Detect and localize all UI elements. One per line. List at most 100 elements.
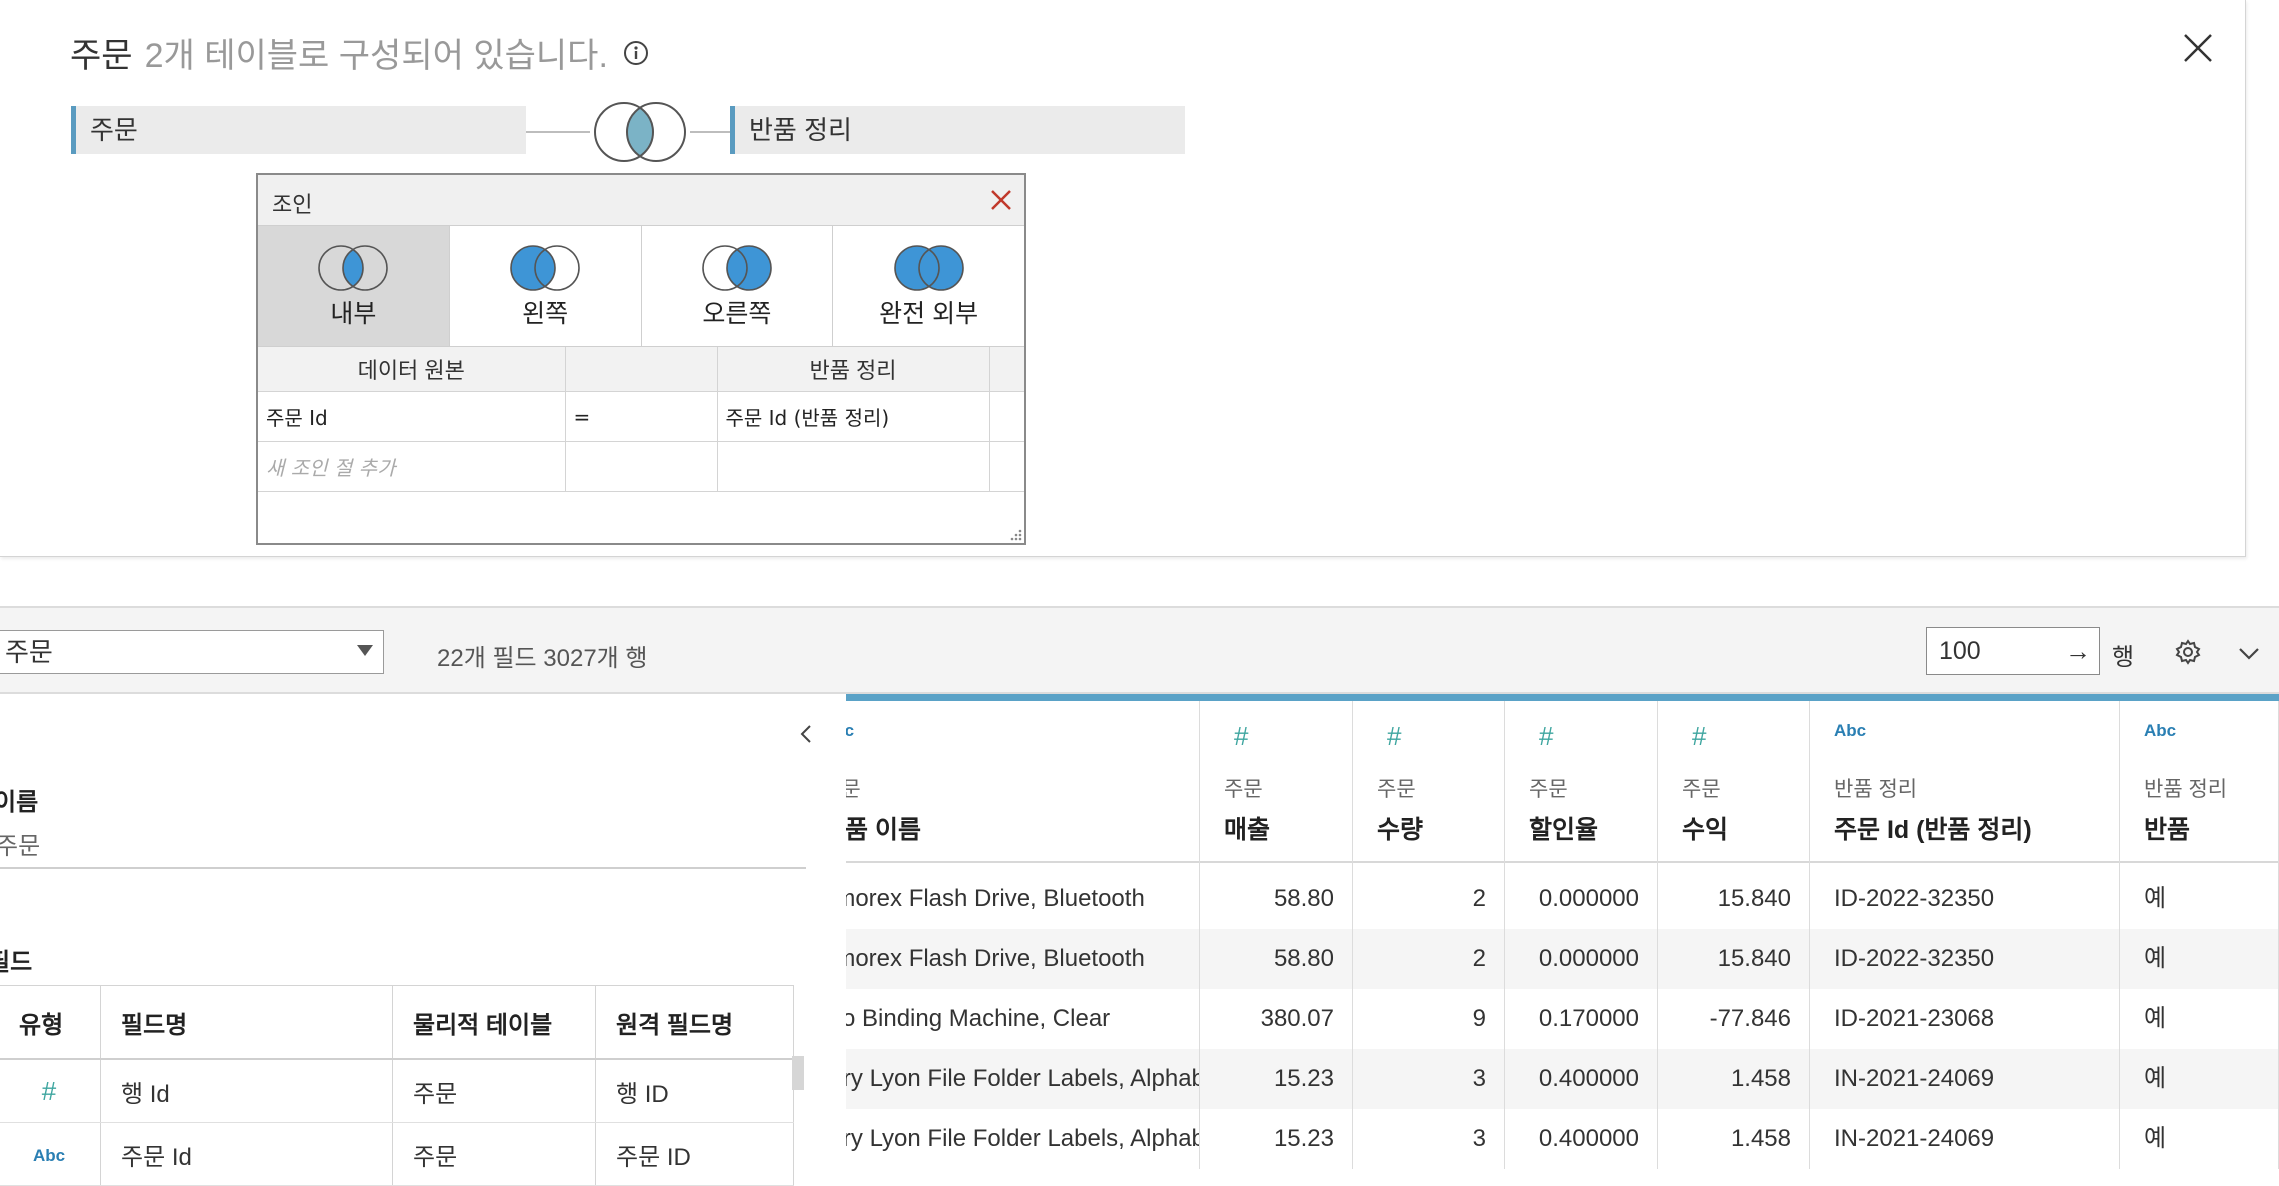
chevron-left-icon[interactable] bbox=[796, 722, 816, 746]
join-type-right[interactable]: 오른쪽 bbox=[642, 226, 834, 346]
close-icon[interactable] bbox=[2180, 30, 2216, 66]
column-name[interactable]: 할인율 bbox=[1529, 810, 1598, 846]
grid-cell[interactable]: 15.840 bbox=[1658, 869, 1809, 929]
number-type-icon[interactable]: # bbox=[1234, 721, 1248, 752]
column-header[interactable]: # 주문 매출 bbox=[1200, 701, 1352, 863]
grid-cell[interactable]: 15.23 bbox=[1200, 1109, 1352, 1169]
clause-right-field[interactable]: 주문 Id (반품 정리) bbox=[717, 391, 990, 442]
grid-cell[interactable]: ID-2021-23068 bbox=[1810, 989, 2119, 1049]
column-header[interactable]: # 주문 수익 bbox=[1658, 701, 1809, 863]
column-header[interactable]: Abc 반품 정리 주문 Id (반품 정리) bbox=[1810, 701, 2119, 863]
grid-column[interactable]: Abc 주문제품 이름 Memorex Flash Drive, Bluetooth… bbox=[846, 701, 1200, 1169]
number-type-icon[interactable]: # bbox=[1539, 721, 1553, 752]
grid-cell[interactable]: 1.458 bbox=[1658, 1109, 1809, 1169]
column-header[interactable]: Abc 주문제품 이름 bbox=[846, 701, 1199, 863]
grid-cell[interactable]: 58.80 bbox=[1200, 929, 1352, 989]
grid-cell[interactable]: Acco Binding Machine, Clear bbox=[846, 989, 1199, 1049]
grid-cell[interactable]: 0.400000 bbox=[1505, 1109, 1657, 1169]
join-type-full-outer[interactable]: 완전 외부 bbox=[833, 226, 1024, 346]
column-header[interactable]: Abc 반품 정리 반품 bbox=[2120, 701, 2278, 863]
column-name[interactable]: 반품 bbox=[2144, 810, 2190, 846]
grid-cell[interactable]: Avery Lyon File Folder Labels, Alphab... bbox=[846, 1109, 1199, 1169]
right-table-bar[interactable]: 반품 정리 bbox=[730, 106, 1185, 154]
grid-cell[interactable]: 15.840 bbox=[1658, 929, 1809, 989]
row-limit-input[interactable]: 100 → bbox=[1926, 627, 2100, 675]
grid-cell[interactable]: 9 bbox=[1353, 989, 1504, 1049]
gear-icon[interactable] bbox=[2174, 638, 2202, 666]
grid-column[interactable]: Abc 반품 정리 반품 예 예 예 예 예 bbox=[2120, 701, 2279, 1169]
field-name[interactable]: 주문 Id bbox=[100, 1122, 393, 1186]
inner-join-icon[interactable] bbox=[588, 98, 692, 166]
join-clause-row[interactable]: 주문 Id = 주문 Id (반품 정리) bbox=[258, 391, 1024, 442]
string-type-icon[interactable]: Abc bbox=[0, 1122, 101, 1186]
field-row[interactable]: # 행 Id 주문 행 ID bbox=[0, 1059, 794, 1123]
grid-cell[interactable]: IN-2021-24069 bbox=[1810, 1109, 2119, 1169]
grid-cell[interactable]: 0.170000 bbox=[1505, 989, 1657, 1049]
grid-cell[interactable]: 예 bbox=[2120, 929, 2278, 989]
col-header-remote-field[interactable]: 원격 필드명 bbox=[595, 985, 794, 1060]
grid-cell[interactable]: 3 bbox=[1353, 1109, 1504, 1169]
column-name[interactable]: 수량 bbox=[1377, 810, 1423, 846]
scrollbar-thumb[interactable] bbox=[792, 1056, 804, 1090]
grid-cell[interactable]: Avery Lyon File Folder Labels, Alphab... bbox=[846, 1049, 1199, 1109]
join-type-inner[interactable]: 내부 bbox=[258, 226, 450, 346]
grid-cell[interactable]: 1.458 bbox=[1658, 1049, 1809, 1109]
grid-cell[interactable]: 15.23 bbox=[1200, 1049, 1352, 1109]
clause-operator[interactable]: = bbox=[565, 391, 718, 442]
grid-cell[interactable]: 예 bbox=[2120, 989, 2278, 1049]
column-name[interactable]: 매출 bbox=[1224, 810, 1270, 846]
grid-cell[interactable]: 3 bbox=[1353, 1049, 1504, 1109]
grid-column[interactable]: # 주문 할인율 0.000000 0.000000 0.170000 0.400000 0.… bbox=[1505, 701, 1658, 1169]
grid-cell[interactable]: IN-2021-24069 bbox=[1810, 1049, 2119, 1109]
chevron-down-icon[interactable] bbox=[2236, 640, 2262, 666]
grid-cell[interactable]: -77.846 bbox=[1658, 989, 1809, 1049]
grid-cell[interactable]: 0.000000 bbox=[1505, 929, 1657, 989]
grid-cell[interactable]: 0.400000 bbox=[1505, 1049, 1657, 1109]
col-header-type[interactable]: 유형 bbox=[0, 985, 101, 1060]
grid-cell[interactable]: ID-2022-32350 bbox=[1810, 869, 2119, 929]
grid-cell[interactable]: 예 bbox=[2120, 1109, 2278, 1169]
field-name[interactable]: 행 Id bbox=[100, 1059, 393, 1123]
col-header-physical-table[interactable]: 물리적 테이블 bbox=[392, 985, 596, 1060]
column-header[interactable]: # 주문 수량 bbox=[1353, 701, 1504, 863]
close-icon[interactable] bbox=[986, 185, 1016, 215]
string-type-icon[interactable]: Abc bbox=[846, 721, 854, 741]
grid-column[interactable]: # 주문 수량 2 2 9 3 3 bbox=[1353, 701, 1505, 1169]
left-table-label: 주문 bbox=[90, 115, 138, 145]
grid-column[interactable]: Abc 반품 정리 주문 Id (반품 정리) ID-2022-32350 ID-202… bbox=[1810, 701, 2120, 1169]
column-name[interactable]: 제품 이름 bbox=[846, 810, 921, 846]
grid-column[interactable]: # 주문 수익 15.840 15.840 -77.846 1.458 1.458 bbox=[1658, 701, 1810, 1169]
info-icon[interactable] bbox=[623, 40, 649, 66]
arrow-right-icon[interactable]: → bbox=[2065, 628, 2091, 674]
number-type-icon[interactable]: # bbox=[1692, 721, 1706, 752]
field-row[interactable]: Abc 주문 Id 주문 주문 ID bbox=[0, 1122, 794, 1186]
col-header-field-name[interactable]: 필드명 bbox=[100, 985, 393, 1060]
number-type-icon[interactable]: # bbox=[0, 1059, 101, 1123]
number-type-icon[interactable]: # bbox=[1387, 721, 1401, 752]
grid-cell[interactable]: ID-2022-32350 bbox=[1810, 929, 2119, 989]
add-join-clause[interactable]: 새 조인 절 추가 bbox=[258, 441, 566, 492]
grid-cell[interactable]: Memorex Flash Drive, Bluetooth bbox=[846, 869, 1199, 929]
string-type-icon[interactable]: Abc bbox=[1834, 721, 1866, 741]
grid-column[interactable]: # 주문 매출 58.80 58.80 380.07 15.23 15.23 bbox=[1200, 701, 1353, 1169]
resize-grip-icon[interactable] bbox=[1008, 527, 1022, 541]
grid-cell[interactable]: 0.000000 bbox=[1505, 869, 1657, 929]
grid-cell[interactable]: Memorex Flash Drive, Bluetooth bbox=[846, 929, 1199, 989]
join-type-left[interactable]: 왼쪽 bbox=[450, 226, 642, 346]
datasource-dropdown[interactable]: 주문 bbox=[0, 630, 384, 674]
grid-cell[interactable]: 예 bbox=[2120, 1049, 2278, 1109]
column-name[interactable]: 수익 bbox=[1682, 810, 1728, 846]
name-value[interactable]: 주문 bbox=[0, 826, 40, 861]
left-table-bar[interactable]: 주문 bbox=[71, 106, 526, 154]
column-header[interactable]: # 주문 할인율 bbox=[1505, 701, 1657, 863]
grid-cell[interactable]: 380.07 bbox=[1200, 989, 1352, 1049]
inner-join-icon bbox=[318, 245, 389, 291]
grid-cell[interactable]: 58.80 bbox=[1200, 869, 1352, 929]
grid-cell[interactable]: 2 bbox=[1353, 869, 1504, 929]
add-join-clause-row[interactable]: 새 조인 절 추가 bbox=[258, 441, 1024, 492]
grid-cell[interactable]: 예 bbox=[2120, 869, 2278, 929]
string-type-icon[interactable]: Abc bbox=[2144, 721, 2176, 741]
column-name[interactable]: 주문 Id (반품 정리) bbox=[1834, 810, 2032, 846]
grid-cell[interactable]: 2 bbox=[1353, 929, 1504, 989]
clause-left-field[interactable]: 주문 Id bbox=[258, 391, 566, 442]
